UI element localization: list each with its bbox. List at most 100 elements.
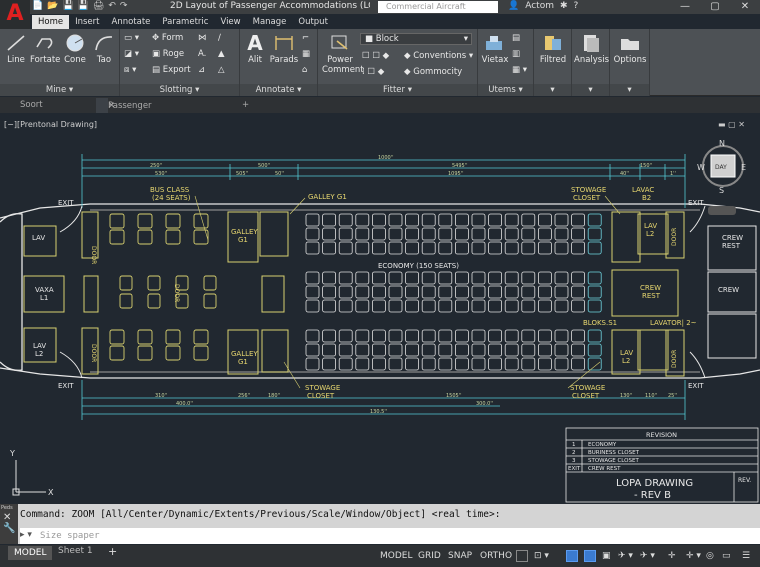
close-button[interactable]: ✕ xyxy=(730,0,760,14)
table-icon[interactable]: ▦ xyxy=(302,49,310,59)
annotation-group-footer[interactable]: Annotate ▾ xyxy=(240,84,317,96)
region-icon[interactable]: ⧈ ▾ xyxy=(124,65,136,75)
layer-state-icons[interactable]: ⁞ ☐ ◆ xyxy=(362,67,384,77)
utilities-group-footer[interactable]: Utems ▾ xyxy=(478,84,533,96)
file-tab-start[interactable]: Soort xyxy=(14,98,49,113)
customize-icon[interactable]: ☰ xyxy=(742,549,750,563)
grid-toggle[interactable]: GRID xyxy=(418,549,441,563)
open-icon[interactable]: 📂 xyxy=(47,1,58,13)
isolate-icon[interactable]: ◎ xyxy=(706,549,714,563)
analysis-footer[interactable]: ▾ xyxy=(572,84,609,96)
file-tab-active[interactable]: Passenger Accommod (LOPA) ✕ xyxy=(96,98,155,141)
dimension-tool[interactable]: Parads xyxy=(268,33,300,65)
drawing-canvas[interactable]: 1000'' 250'' 500'' 5495'' 150'' 530'' 50… xyxy=(0,114,760,504)
analysis-button[interactable]: Analysis xyxy=(574,33,609,65)
pan-icon[interactable]: ✛ xyxy=(668,549,676,563)
search-input[interactable]: Commercial Aircraft xyxy=(378,1,498,13)
command-input[interactable]: Size spaper xyxy=(20,528,760,544)
layer-icons[interactable]: ☐ ☐ ◆ xyxy=(362,51,389,61)
user-account[interactable]: 👤 Actom ✱ ? xyxy=(508,1,578,11)
help-icon[interactable]: ? xyxy=(574,1,579,11)
options-button[interactable]: Options xyxy=(612,33,648,65)
save-icon[interactable]: 💾 xyxy=(62,1,73,13)
conventions-item[interactable]: ◆ Conventions ▾ xyxy=(404,51,473,61)
close-command-icon[interactable]: ✕ xyxy=(0,512,18,523)
otrack-toggle[interactable] xyxy=(566,550,578,562)
ortho-toggle[interactable]: ORTHO xyxy=(480,549,512,563)
markup-icon[interactable]: ⌂ xyxy=(302,65,307,75)
undo-icon[interactable]: ↶ xyxy=(108,1,116,13)
move-tool[interactable]: ✥ Form xyxy=(152,33,183,43)
stretch-icon[interactable]: ∕ xyxy=(218,33,221,43)
text-tool[interactable]: A Alit xyxy=(242,33,268,65)
draw-group-footer[interactable]: Mine ▾ xyxy=(0,84,119,96)
polyline-icon xyxy=(36,38,53,49)
filtered-footer[interactable]: ▾ xyxy=(534,84,571,96)
workspace-icon[interactable]: ✈ ▾ xyxy=(640,549,655,563)
osnap-icon[interactable]: ⊡ ▾ xyxy=(534,549,549,563)
tab-insert[interactable]: Insert xyxy=(69,15,105,29)
hatch-icon[interactable]: ◪ ▾ xyxy=(124,49,139,59)
scale-icon[interactable]: A. xyxy=(198,49,206,59)
close-tab-icon[interactable]: ✕ xyxy=(102,99,121,114)
filtered-button[interactable]: Filtred xyxy=(536,33,570,65)
lineweight-toggle[interactable] xyxy=(584,550,596,562)
transparency-icon[interactable]: ▣ xyxy=(602,549,611,563)
exchange-icon[interactable]: ✱ xyxy=(560,1,568,11)
tab-annotate[interactable]: Annotate xyxy=(106,15,157,29)
new-icon[interactable]: 📄 xyxy=(32,1,43,13)
add-layout-button[interactable]: + xyxy=(108,545,117,558)
export-tool[interactable]: ▤ Export xyxy=(152,65,191,75)
economy-seat xyxy=(405,241,420,255)
new-tab-button[interactable]: + xyxy=(236,98,255,113)
model-space-button[interactable]: MODEL xyxy=(380,549,412,563)
geometry-item[interactable]: ◆ Gommocity xyxy=(404,67,462,77)
redo-icon[interactable]: ↷ xyxy=(120,1,128,13)
app-logo[interactable]: A xyxy=(0,0,30,30)
array-icon[interactable]: △ xyxy=(218,65,225,75)
calc-icon[interactable]: ▤ xyxy=(512,33,520,43)
minimize-button[interactable]: — xyxy=(670,0,700,14)
tab-home[interactable]: Home xyxy=(32,15,70,29)
block-group-footer[interactable]: Fitter ▾ xyxy=(318,84,477,96)
trim-icon[interactable]: ⋈ xyxy=(198,33,207,43)
tab-parametric[interactable]: Parametric xyxy=(156,15,214,29)
viewcube[interactable]: DAY N S W E xyxy=(697,139,746,215)
mirror-icon[interactable]: ▲ xyxy=(218,49,225,59)
circle-tool[interactable]: Cone xyxy=(62,33,88,65)
annotation-scale-icon[interactable]: ✈ ▾ xyxy=(618,549,633,563)
leader-icon[interactable]: ⌐ xyxy=(302,33,309,43)
options-footer[interactable]: ▾ xyxy=(610,84,649,96)
sheet-layout-tab[interactable]: Sheet 1 xyxy=(58,546,93,556)
command-prompt-icon[interactable]: ▸ ▾ xyxy=(20,530,32,540)
insert-tool[interactable]: Power Comment xyxy=(322,33,364,75)
tab-view[interactable]: View xyxy=(214,15,246,29)
clipboard-icon[interactable]: ▥ xyxy=(512,49,520,59)
snap-toggle[interactable]: SNAP xyxy=(448,549,472,563)
polyline-tool[interactable]: Fortate xyxy=(30,33,60,65)
zoom-icon[interactable]: ✛ ▾ xyxy=(686,549,701,563)
tab-manage[interactable]: Manage xyxy=(247,15,293,29)
rotate-tool[interactable]: ▣ Roge xyxy=(152,49,184,59)
draw-group: Line Fortate Cone Tao Mine ▾ xyxy=(0,29,120,96)
plot-icon[interactable]: 🖨 xyxy=(93,1,104,13)
model-layout-tab[interactable]: MODEL xyxy=(8,546,53,560)
fullscreen-icon[interactable]: ▭ xyxy=(722,549,731,563)
maximize-button[interactable]: ▢ xyxy=(700,0,730,14)
rect-icon[interactable]: ▭ ▾ xyxy=(124,33,139,43)
arc-tool[interactable]: Tao xyxy=(92,33,116,65)
modify-group-footer[interactable]: Slotting ▾ xyxy=(120,84,239,96)
viewcube-top[interactable]: DAY xyxy=(715,164,727,171)
vietax-tool[interactable]: Vietax xyxy=(480,33,510,65)
save-as-icon[interactable]: 💾 xyxy=(78,1,89,13)
fillet-icon[interactable]: ⊿ xyxy=(198,65,205,75)
paste-icon[interactable]: ▦ ▾ xyxy=(512,65,527,75)
viewport-controls[interactable]: ▬ ▢ ✕ xyxy=(718,120,745,129)
wrench-icon[interactable]: 🔧 xyxy=(0,523,18,534)
block-dropdown[interactable]: ■ Block ▾ xyxy=(360,33,472,45)
tab-output[interactable]: Output xyxy=(292,15,334,29)
viewport-label[interactable]: [−][Prentonal Drawing] xyxy=(4,120,97,129)
line-tool[interactable]: Line xyxy=(4,33,28,65)
polar-toggle[interactable] xyxy=(516,550,528,562)
label-door-tr: DOOR xyxy=(671,228,678,246)
